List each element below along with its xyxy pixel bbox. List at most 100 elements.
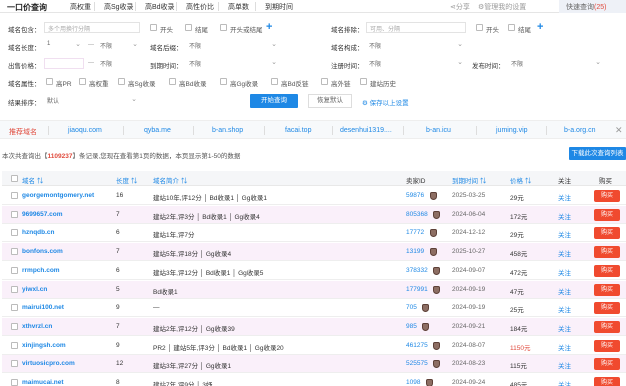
suffix-select[interactable]: 不限 ⌄ bbox=[186, 40, 280, 51]
seller-id[interactable]: 17772 bbox=[406, 229, 424, 236]
attr-checkbox[interactable] bbox=[360, 78, 367, 85]
save-settings-button[interactable]: ⚙ 保存以上设置 bbox=[362, 97, 409, 107]
tab-quick-query[interactable]: 快速查询(25) bbox=[559, 0, 626, 13]
attr-checkbox[interactable] bbox=[79, 78, 86, 85]
domain-link[interactable]: bonfons.com bbox=[22, 248, 63, 255]
publish-select[interactable]: 不限 ⌄ bbox=[508, 58, 604, 69]
reco-link[interactable]: qyba.me bbox=[144, 127, 171, 134]
col-expire[interactable]: 到期时间 ⇅ bbox=[452, 175, 486, 185]
tab-high-bd[interactable]: 高Bd收录 bbox=[145, 2, 175, 12]
buy-button[interactable]: 购买 bbox=[594, 320, 620, 333]
open-or-end-checkbox[interactable] bbox=[220, 24, 227, 31]
tab-high-orders[interactable]: 高单数 bbox=[228, 2, 249, 12]
follow-link[interactable]: 关注 bbox=[558, 342, 571, 352]
structure-select[interactable]: 不限 ⌄ bbox=[366, 40, 466, 51]
row-checkbox[interactable] bbox=[11, 322, 18, 330]
follow-link[interactable]: 关注 bbox=[558, 286, 571, 296]
domain-include-input[interactable]: 多个用换行分隔 bbox=[44, 22, 140, 33]
seller-id[interactable]: 461275 bbox=[406, 342, 428, 349]
attr-checkbox[interactable] bbox=[321, 78, 328, 85]
seller-id[interactable]: 805368 bbox=[406, 211, 428, 218]
buy-button[interactable]: 购买 bbox=[594, 227, 620, 240]
exclude-ending-checkbox[interactable] bbox=[508, 24, 515, 31]
seller-id[interactable]: 378332 bbox=[406, 267, 428, 274]
buy-button[interactable]: 购买 bbox=[594, 264, 620, 277]
col-domain[interactable]: 域名 ⇅ bbox=[22, 175, 43, 185]
row-checkbox[interactable] bbox=[11, 266, 18, 274]
buy-button[interactable]: 购买 bbox=[594, 246, 620, 259]
register-select[interactable]: 不限 ⌄ bbox=[366, 58, 466, 69]
reco-link[interactable]: b-an.icu bbox=[426, 127, 451, 134]
buy-button[interactable]: 购买 bbox=[594, 377, 620, 386]
opening-checkbox[interactable] bbox=[150, 24, 157, 31]
seller-id[interactable]: 1098 bbox=[406, 379, 420, 386]
length-max-select[interactable]: 不限 ⌄ bbox=[97, 40, 141, 51]
domain-link[interactable]: yiwxl.cn bbox=[22, 286, 47, 293]
buy-button[interactable]: 购买 bbox=[594, 190, 620, 202]
buy-button[interactable]: 购买 bbox=[594, 302, 620, 315]
follow-link[interactable]: 关注 bbox=[558, 211, 571, 221]
col-price[interactable]: 价格 ⇅ bbox=[510, 175, 531, 185]
price-min-input[interactable] bbox=[44, 58, 84, 69]
row-checkbox[interactable] bbox=[11, 229, 18, 237]
manage-settings-link[interactable]: ⚙管理我的设置 bbox=[478, 2, 526, 12]
tab-value[interactable]: 高性价比 bbox=[186, 2, 214, 12]
row-checkbox[interactable] bbox=[11, 360, 18, 368]
buy-button[interactable]: 购买 bbox=[594, 339, 620, 352]
expire-select[interactable]: 不限 ⌄ bbox=[186, 58, 280, 69]
follow-link[interactable]: 关注 bbox=[558, 192, 571, 202]
share-link[interactable]: ⋖分享 bbox=[450, 2, 470, 12]
close-icon[interactable]: ✕ bbox=[615, 125, 623, 136]
seller-id[interactable]: 525575 bbox=[406, 360, 428, 367]
reco-link[interactable]: jiaoqu.com bbox=[68, 127, 102, 134]
price-max-select[interactable]: 不限 bbox=[97, 58, 141, 69]
buy-button[interactable]: 购买 bbox=[594, 283, 620, 296]
row-checkbox[interactable] bbox=[11, 341, 18, 349]
add-exclude-plus-icon[interactable]: + bbox=[537, 22, 543, 33]
follow-link[interactable]: 关注 bbox=[558, 379, 571, 386]
col-intro[interactable]: 域名简介 ⇅ bbox=[153, 175, 187, 185]
follow-link[interactable]: 关注 bbox=[558, 229, 571, 239]
tab-high-weight[interactable]: 高权重 bbox=[70, 2, 91, 12]
buy-button[interactable]: 购买 bbox=[594, 358, 620, 371]
add-include-plus-icon[interactable]: + bbox=[266, 22, 272, 33]
attr-checkbox[interactable] bbox=[46, 78, 53, 85]
attr-checkbox[interactable] bbox=[271, 78, 278, 85]
reco-link[interactable]: facai.top bbox=[285, 127, 311, 134]
reset-button[interactable]: 恢复默认 bbox=[308, 94, 352, 108]
reco-link[interactable]: juming.vip bbox=[496, 127, 528, 134]
row-checkbox[interactable] bbox=[11, 248, 18, 256]
domain-exclude-input[interactable]: 可用、分隔 bbox=[366, 22, 466, 33]
exclude-opening-checkbox[interactable] bbox=[476, 24, 483, 31]
domain-link[interactable]: virtuosicpro.com bbox=[22, 360, 75, 367]
length-min-select[interactable]: 1 ⌄ bbox=[44, 40, 84, 51]
row-checkbox[interactable] bbox=[11, 304, 18, 312]
select-all-checkbox[interactable] bbox=[11, 175, 18, 182]
download-list-button[interactable]: 下载此次查询列表 bbox=[569, 147, 626, 160]
follow-link[interactable]: 关注 bbox=[558, 267, 571, 277]
col-length[interactable]: 长度 ⇅ bbox=[116, 175, 137, 185]
attr-checkbox[interactable] bbox=[220, 78, 227, 85]
row-checkbox[interactable] bbox=[11, 192, 18, 199]
reco-link[interactable]: b-an.shop bbox=[212, 127, 243, 134]
attr-checkbox[interactable] bbox=[118, 78, 125, 85]
reco-link[interactable]: b-a.org.cn bbox=[564, 127, 596, 134]
seller-id[interactable]: 59876 bbox=[406, 192, 424, 199]
row-checkbox[interactable] bbox=[11, 210, 18, 218]
follow-link[interactable]: 关注 bbox=[558, 360, 571, 370]
domain-link[interactable]: georgemontgomery.net bbox=[22, 192, 94, 199]
seller-id[interactable]: 705 bbox=[406, 304, 417, 311]
reco-link[interactable]: desenhui1319.... bbox=[340, 127, 392, 134]
seller-id[interactable]: 13199 bbox=[406, 248, 424, 255]
follow-link[interactable]: 关注 bbox=[558, 304, 571, 314]
attr-checkbox[interactable] bbox=[169, 78, 176, 85]
follow-link[interactable]: 关注 bbox=[558, 248, 571, 258]
follow-link[interactable]: 关注 bbox=[558, 323, 571, 333]
ending-checkbox[interactable] bbox=[185, 24, 192, 31]
domain-link[interactable]: 9699657.com bbox=[22, 211, 62, 218]
domain-link[interactable]: mairui100.net bbox=[22, 304, 64, 311]
domain-link[interactable]: rrmpch.com bbox=[22, 267, 60, 274]
seller-id[interactable]: 177991 bbox=[406, 286, 428, 293]
seller-id[interactable]: 985 bbox=[406, 323, 417, 330]
domain-link[interactable]: xthvrzl.cn bbox=[22, 323, 52, 330]
